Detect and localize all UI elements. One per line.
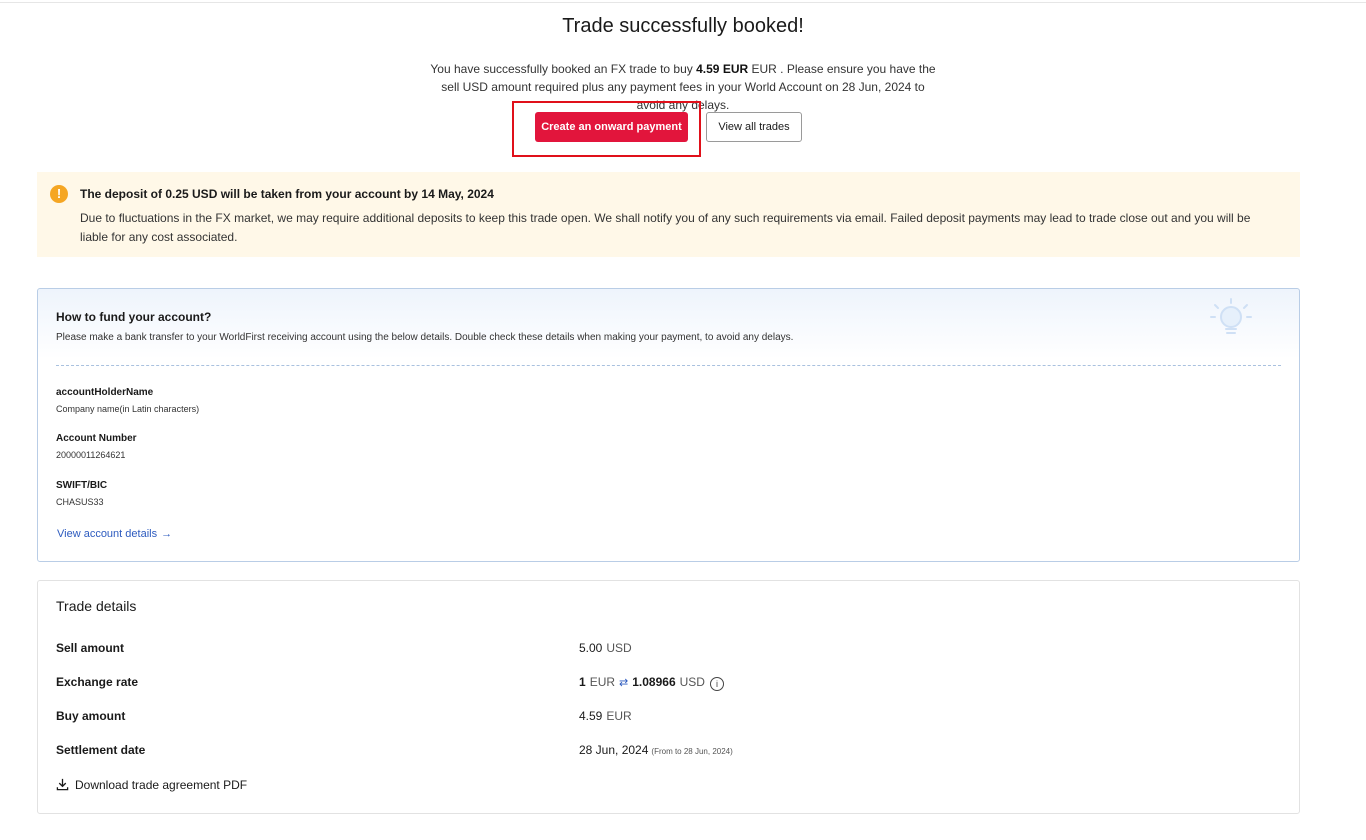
- fund-account-card: How to fund your account? Please make a …: [37, 288, 1300, 562]
- download-icon: [56, 778, 69, 791]
- sell-amount-label: Sell amount: [56, 641, 125, 655]
- account-number-field: Account Number 20000011264621: [56, 432, 137, 461]
- settlement-date-value: 28 Jun, 2024 (From to 28 Jun, 2024): [579, 743, 733, 757]
- buy-amount-label: Buy amount: [56, 709, 126, 723]
- arrow-right-icon: →: [161, 528, 173, 540]
- info-icon[interactable]: i: [709, 677, 724, 691]
- hero-actions: Create an onward payment View all trades: [512, 101, 812, 159]
- settlement-date-label: Settlement date: [56, 743, 146, 757]
- exchange-rate-value: 1 EUR ⇄ 1.08966 USD i: [579, 675, 724, 691]
- lightbulb-icon: [1210, 298, 1252, 334]
- sell-amount-value: 5.00 USD: [579, 641, 632, 655]
- view-account-details-link[interactable]: View account details →: [57, 528, 172, 540]
- download-trade-agreement-link[interactable]: Download trade agreement PDF: [56, 778, 247, 792]
- buy-currency: EUR: [606, 709, 632, 723]
- view-account-details-label: View account details: [57, 528, 158, 540]
- trade-details-card: Trade details Sell amount 5.00 USD Exchan…: [37, 580, 1300, 814]
- fund-title: How to fund your account?: [56, 310, 212, 324]
- field-label: Account Number: [56, 433, 137, 444]
- account-holder-field: accountHolderName Company name(in Latin …: [56, 386, 199, 415]
- rate-value: 1.08966: [632, 675, 676, 689]
- field-value: Company name(in Latin characters): [56, 404, 200, 414]
- rate-base-amount: 1: [579, 675, 586, 689]
- page-title: Trade successfully booked!: [562, 15, 804, 37]
- swift-bic-field: SWIFT/BIC CHASUS33: [56, 479, 107, 508]
- rate-base-currency: EUR: [589, 675, 616, 689]
- field-value: CHASUS33: [56, 497, 104, 507]
- field-label: SWIFT/BIC: [56, 480, 108, 491]
- view-all-trades-button[interactable]: View all trades: [706, 112, 802, 142]
- exclamation-icon: !: [50, 185, 68, 203]
- notice-body: Due to fluctuations in the FX market, we…: [80, 211, 1251, 244]
- create-onward-payment-button[interactable]: Create an onward payment: [535, 112, 688, 142]
- notice-title: The deposit of 0.25 USD will be taken fr…: [80, 187, 494, 201]
- field-label: accountHolderName: [56, 387, 154, 398]
- sell-amount: 5.00: [579, 641, 603, 655]
- buy-amount-value: 4.59 EUR: [579, 709, 632, 723]
- buy-amount-highlight: 4.59 EUR: [696, 62, 749, 76]
- fund-description: Please make a bank transfer to your Worl…: [56, 332, 794, 343]
- rate-quote-currency: USD: [679, 675, 705, 689]
- settlement-date: 28 Jun, 2024: [579, 743, 649, 757]
- fund-divider: [56, 365, 1281, 366]
- settlement-note: (From to 28 Jun, 2024): [651, 747, 733, 756]
- field-value: 20000011264621: [56, 450, 126, 460]
- trade-details-title: Trade details: [56, 598, 137, 614]
- success-header: Trade successfully booked! You have succ…: [0, 0, 1366, 114]
- buy-amount: 4.59: [579, 709, 603, 723]
- deposit-notice: ! The deposit of 0.25 USD will be taken …: [37, 172, 1300, 257]
- exchange-rate-label: Exchange rate: [56, 675, 139, 689]
- sell-currency: USD: [606, 641, 632, 655]
- swap-icon: ⇄: [619, 677, 629, 689]
- success-message-text-1: You have successfully booked an FX trade…: [430, 62, 697, 76]
- download-label: Download trade agreement PDF: [75, 778, 248, 792]
